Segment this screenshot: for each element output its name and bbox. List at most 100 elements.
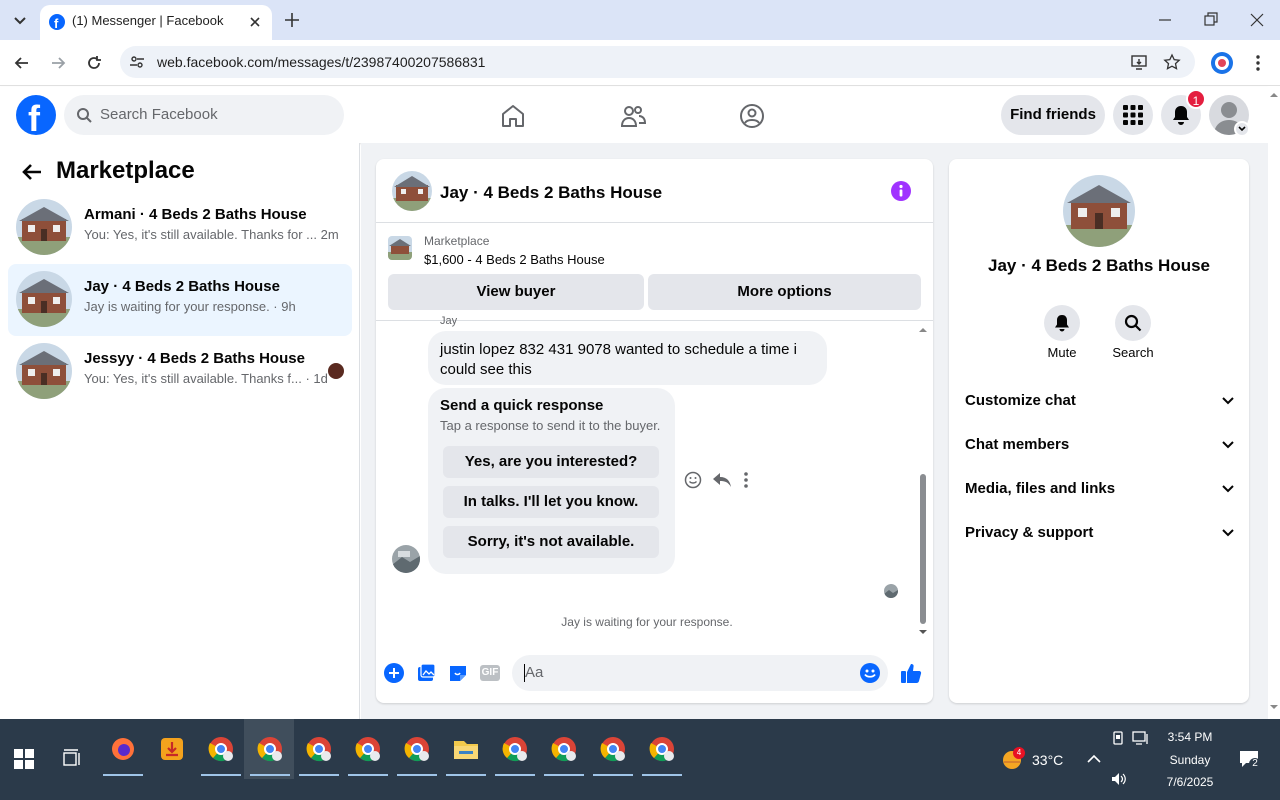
find-friends-button[interactable]: Find friends bbox=[1001, 95, 1105, 135]
browser-tab-messenger[interactable]: f (1) Messenger | Facebook bbox=[40, 5, 272, 40]
menu-grid-button[interactable] bbox=[1113, 95, 1153, 135]
downloader-taskbar-icon[interactable] bbox=[152, 729, 192, 769]
quick-reply-yes-button[interactable]: Yes, are you interested? bbox=[443, 446, 659, 478]
read-receipt-avatar bbox=[884, 584, 898, 598]
emoji-icon[interactable] bbox=[860, 663, 880, 683]
address-bar[interactable]: web.facebook.com/messages/t/239874002075… bbox=[120, 46, 1195, 78]
chrome-taskbar-icon[interactable] bbox=[250, 729, 290, 769]
grid-menu-icon bbox=[1123, 105, 1143, 125]
chat-members-row[interactable]: Chat members bbox=[965, 429, 1235, 461]
gif-icon[interactable]: GIF bbox=[480, 665, 500, 681]
browser-menu-dots-icon[interactable] bbox=[1250, 53, 1266, 73]
running-indicator bbox=[544, 774, 584, 776]
view-buyer-button[interactable]: View buyer bbox=[388, 274, 644, 310]
window-minimize-icon[interactable] bbox=[1155, 12, 1175, 28]
conversation-jay[interactable]: Jay · 4 Beds 2 Baths House Jay is waitin… bbox=[8, 264, 352, 336]
sidebar-title: Marketplace bbox=[56, 157, 195, 184]
message-bubble[interactable]: justin lopez 832 431 9078 wanted to sche… bbox=[428, 331, 827, 385]
window-restore-icon[interactable] bbox=[1201, 10, 1221, 30]
install-app-icon[interactable] bbox=[1130, 53, 1148, 71]
conversation-armani[interactable]: Armani · 4 Beds 2 Baths House You: Yes, … bbox=[8, 192, 352, 264]
chat-avatar[interactable] bbox=[392, 171, 432, 211]
details-avatar[interactable] bbox=[1063, 175, 1135, 247]
chevron-down-icon bbox=[1222, 485, 1234, 493]
tab-close-icon[interactable] bbox=[246, 13, 264, 31]
home-nav-icon[interactable] bbox=[499, 102, 527, 130]
chrome-taskbar-icon[interactable] bbox=[348, 729, 388, 769]
task-view-icon[interactable] bbox=[62, 749, 82, 769]
forward-arrow-icon[interactable] bbox=[48, 53, 68, 73]
chrome-taskbar-icon[interactable] bbox=[642, 729, 682, 769]
chat-header: Jay · 4 Beds 2 Baths House bbox=[376, 159, 933, 223]
firefox-taskbar-icon[interactable] bbox=[103, 729, 143, 769]
clock-date: 7/6/2025 bbox=[1166, 775, 1214, 789]
sender-avatar[interactable] bbox=[392, 545, 420, 573]
window-close-icon[interactable] bbox=[1247, 10, 1267, 30]
quick-reply-in-talks-button[interactable]: In talks. I'll let you know. bbox=[443, 486, 659, 518]
more-options-button[interactable]: More options bbox=[648, 274, 921, 310]
chrome-taskbar-icon[interactable] bbox=[544, 729, 584, 769]
privacy-support-row[interactable]: Privacy & support bbox=[965, 517, 1235, 549]
tab-list-chevron-icon[interactable] bbox=[8, 8, 32, 32]
usb-device-icon[interactable] bbox=[1111, 730, 1125, 746]
profile-avatar-icon[interactable] bbox=[1211, 52, 1233, 74]
file-explorer-taskbar-icon[interactable] bbox=[446, 729, 486, 769]
photo-gallery-icon[interactable] bbox=[416, 663, 436, 683]
more-actions-dots-icon[interactable] bbox=[742, 471, 750, 489]
groups-nav-icon[interactable] bbox=[738, 102, 766, 130]
section-label: Customize chat bbox=[965, 392, 1076, 409]
account-chevron-icon[interactable] bbox=[1234, 121, 1250, 137]
network-icon[interactable] bbox=[1132, 731, 1150, 745]
running-indicator bbox=[397, 774, 437, 776]
chat-title[interactable]: Jay · 4 Beds 2 Baths House bbox=[440, 183, 662, 203]
tab-title: (1) Messenger | Facebook bbox=[72, 13, 224, 28]
search-icon bbox=[1124, 314, 1142, 332]
search-in-chat-button[interactable] bbox=[1115, 305, 1151, 341]
waiting-status: Jay is waiting for your response. bbox=[561, 615, 733, 629]
quick-response-card: Send a quick response Tap a response to … bbox=[428, 388, 675, 574]
reply-arrow-icon[interactable] bbox=[712, 471, 732, 489]
chrome-taskbar-icon[interactable] bbox=[397, 729, 437, 769]
facebook-logo-icon[interactable]: f bbox=[16, 95, 56, 135]
listing-thumbnail[interactable] bbox=[388, 236, 412, 260]
conversation-jessyy[interactable]: Jessyy · 4 Beds 2 Baths House You: Yes, … bbox=[8, 336, 352, 408]
listing-thumbnail bbox=[16, 343, 72, 399]
messages-scrollbar[interactable] bbox=[916, 322, 930, 640]
search-label: Search bbox=[1112, 345, 1154, 360]
chrome-taskbar-icon[interactable] bbox=[593, 729, 633, 769]
search-placeholder: Search Facebook bbox=[100, 106, 218, 123]
chevron-down-icon bbox=[1222, 529, 1234, 537]
like-thumbs-up-icon[interactable] bbox=[900, 662, 922, 684]
new-tab-plus-icon[interactable] bbox=[282, 10, 302, 30]
back-arrow-icon[interactable] bbox=[20, 160, 44, 184]
seen-avatar bbox=[328, 363, 344, 379]
react-smiley-icon[interactable] bbox=[684, 471, 702, 489]
tray-chevron-up-icon[interactable] bbox=[1086, 752, 1102, 764]
chrome-taskbar-icon[interactable] bbox=[495, 729, 535, 769]
conversation-time: 2m bbox=[320, 227, 339, 242]
facebook-search-input[interactable]: Search Facebook bbox=[64, 95, 344, 135]
bell-icon bbox=[1053, 314, 1071, 332]
back-arrow-icon[interactable] bbox=[12, 53, 32, 73]
clock-time[interactable]: 3:54 PM bbox=[1160, 730, 1220, 744]
quick-reply-not-available-button[interactable]: Sorry, it's not available. bbox=[443, 526, 659, 558]
friends-nav-icon[interactable] bbox=[619, 102, 647, 130]
site-settings-icon[interactable] bbox=[129, 54, 145, 70]
volume-icon[interactable] bbox=[1110, 771, 1128, 787]
bookmark-star-icon[interactable] bbox=[1163, 53, 1181, 71]
running-indicator bbox=[495, 774, 535, 776]
info-icon[interactable] bbox=[891, 181, 911, 201]
sticker-icon[interactable] bbox=[448, 663, 468, 683]
notification-center-count: 2 bbox=[1249, 758, 1261, 770]
add-attachment-plus-icon[interactable] bbox=[384, 663, 404, 683]
customize-chat-row[interactable]: Customize chat bbox=[965, 385, 1235, 417]
chrome-taskbar-icon[interactable] bbox=[201, 729, 241, 769]
weather-temperature[interactable]: 33°C bbox=[1032, 752, 1063, 768]
mute-button[interactable] bbox=[1044, 305, 1080, 341]
reload-icon[interactable] bbox=[84, 53, 104, 73]
page-scrollbar[interactable] bbox=[1268, 87, 1280, 719]
windows-start-icon[interactable] bbox=[14, 749, 34, 769]
message-input[interactable]: Aa bbox=[512, 655, 888, 691]
media-files-links-row[interactable]: Media, files and links bbox=[965, 473, 1235, 505]
chrome-taskbar-icon[interactable] bbox=[299, 729, 339, 769]
